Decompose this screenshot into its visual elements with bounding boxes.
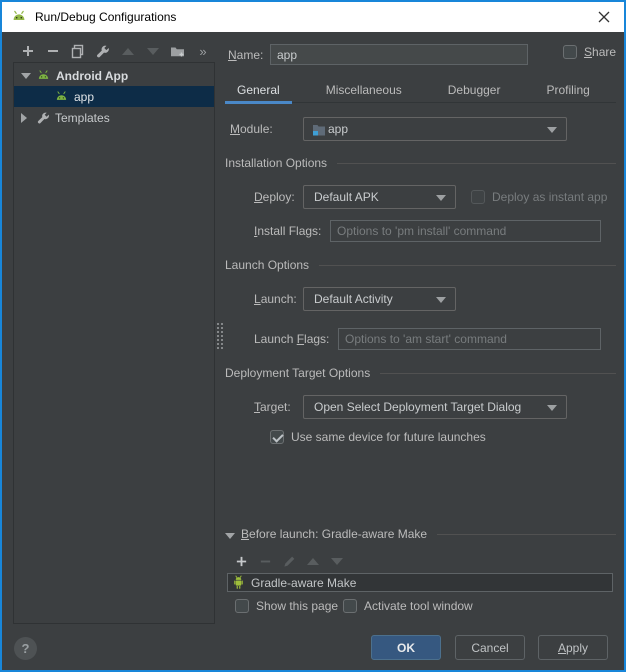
section-deployment-target-options: Deployment Target Options xyxy=(225,366,616,380)
help-icon[interactable]: ? xyxy=(14,637,37,660)
tab-general[interactable]: General xyxy=(225,80,292,104)
instant-app-checkbox: Deploy as instant app xyxy=(471,190,607,204)
launch-flags-input[interactable] xyxy=(338,328,601,350)
tab-profiling[interactable]: Profiling xyxy=(534,80,601,102)
tree-item-label: Android App xyxy=(56,68,129,83)
tree-item-label: app xyxy=(74,89,95,104)
tree-item-android-app[interactable]: Android App xyxy=(14,65,214,86)
move-task-up-button[interactable] xyxy=(301,551,325,571)
new-folder-button[interactable] xyxy=(165,41,190,61)
edit-defaults-wrench-icon[interactable] xyxy=(90,41,115,61)
chevron-down-icon xyxy=(436,297,446,303)
before-launch-task-list[interactable]: Gradle-aware Make xyxy=(227,573,613,592)
tree-item-app[interactable]: app xyxy=(14,86,214,107)
launch-combobox[interactable]: Default Activity xyxy=(303,287,456,311)
apply-button[interactable]: Apply xyxy=(538,635,608,660)
collapse-icon[interactable] xyxy=(21,72,31,79)
templates-wrench-icon xyxy=(36,111,50,125)
gradle-android-robot-icon xyxy=(232,575,245,590)
android-app-icon xyxy=(54,90,69,103)
run-debug-configurations-dialog: Run/Debug Configurations » Android App a… xyxy=(0,0,626,672)
close-icon[interactable] xyxy=(584,2,624,32)
launch-flags-label: Launch Flags: xyxy=(254,332,330,346)
show-this-page-checkbox[interactable]: Show this page xyxy=(235,599,338,613)
tab-miscellaneous[interactable]: Miscellaneous xyxy=(314,80,414,102)
before-launch-toolbar xyxy=(229,551,349,571)
module-label: Module: xyxy=(230,122,273,136)
target-combobox[interactable]: Open Select Deployment Target Dialog xyxy=(303,395,567,419)
configurations-toolbar: » xyxy=(15,39,215,63)
cancel-button[interactable]: Cancel xyxy=(455,635,525,660)
deploy-value: Default APK xyxy=(314,190,379,204)
module-value: app xyxy=(328,122,349,136)
same-device-checkbox[interactable]: Use same device for future launches xyxy=(270,430,486,444)
launch-label: Launch: xyxy=(254,292,297,306)
android-logo-icon xyxy=(11,9,27,25)
name-label: Name: xyxy=(228,48,264,62)
remove-configuration-button[interactable] xyxy=(40,41,65,61)
target-label: Target: xyxy=(254,400,291,414)
remove-task-button[interactable] xyxy=(253,551,277,571)
before-launch-header[interactable]: Before launch: Gradle-aware Make xyxy=(225,527,616,541)
config-tabs: General Miscellaneous Debugger Profiling xyxy=(225,80,616,104)
install-flags-input[interactable] xyxy=(330,220,601,242)
collapse-icon xyxy=(225,530,235,539)
move-up-button[interactable] xyxy=(115,41,140,61)
task-label: Gradle-aware Make xyxy=(251,575,357,590)
name-input[interactable] xyxy=(270,44,528,65)
chevron-down-icon xyxy=(547,127,557,133)
deploy-label: Deploy: xyxy=(254,190,295,204)
launch-value: Default Activity xyxy=(314,292,393,306)
deploy-combobox[interactable]: Default APK xyxy=(303,185,456,209)
expand-icon[interactable] xyxy=(21,112,31,123)
title-bar: Run/Debug Configurations xyxy=(2,2,624,32)
tree-item-label: Templates xyxy=(55,110,110,125)
module-icon xyxy=(312,123,326,136)
add-configuration-button[interactable] xyxy=(15,41,40,61)
move-task-down-button[interactable] xyxy=(325,551,349,571)
tree-item-templates[interactable]: Templates xyxy=(14,107,214,128)
target-value: Open Select Deployment Target Dialog xyxy=(314,400,522,414)
share-checkbox[interactable]: Share xyxy=(563,45,616,59)
move-down-button[interactable] xyxy=(140,41,165,61)
install-flags-label: Install Flags: xyxy=(254,224,322,238)
module-combobox[interactable]: app xyxy=(303,117,567,141)
splitter-grip[interactable] xyxy=(216,322,224,350)
dialog-body: » Android App app Templates Name: app Sh… xyxy=(2,32,624,670)
chevron-down-icon xyxy=(436,195,446,201)
edit-task-pencil-icon[interactable] xyxy=(277,551,301,571)
add-task-button[interactable] xyxy=(229,551,253,571)
copy-configuration-button[interactable] xyxy=(65,41,90,61)
section-installation-options: Installation Options xyxy=(225,156,616,170)
tab-debugger[interactable]: Debugger xyxy=(436,80,513,102)
chevron-down-icon xyxy=(547,405,557,411)
ok-button[interactable]: OK xyxy=(371,635,441,660)
show-more-icon[interactable]: » xyxy=(195,41,211,61)
android-app-icon xyxy=(36,69,51,82)
activate-tool-window-checkbox[interactable]: Activate tool window xyxy=(343,599,473,613)
window-title: Run/Debug Configurations xyxy=(35,10,177,24)
section-launch-options: Launch Options xyxy=(225,258,616,272)
configurations-tree: Android App app Templates xyxy=(13,62,215,624)
